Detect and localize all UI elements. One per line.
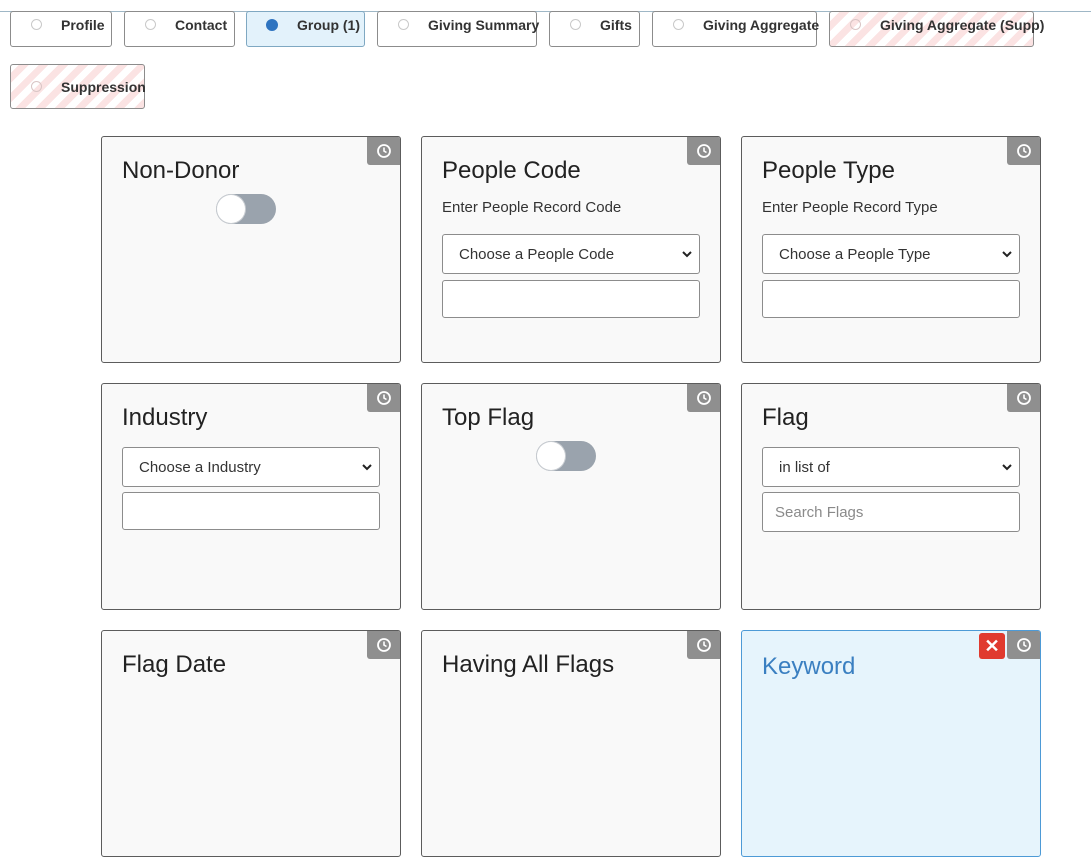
clock-icon	[696, 144, 711, 158]
chevron-down-icon	[362, 464, 372, 471]
history-button[interactable]	[367, 631, 400, 659]
flag-search-input[interactable]: Search Flags	[762, 492, 1020, 532]
tab-label: Gifts	[600, 17, 632, 33]
radio-icon	[145, 19, 156, 30]
clock-icon	[1016, 144, 1031, 158]
card-subtitle: Enter People Record Code	[442, 199, 622, 216]
card-industry: Industry Choose a Industry	[101, 383, 401, 610]
top-flag-toggle[interactable]	[536, 441, 596, 471]
history-button[interactable]	[1007, 631, 1040, 659]
card-flag: Flag in list of Search Flags	[741, 383, 1041, 610]
card-title: Flag	[762, 404, 809, 431]
people-type-select[interactable]: Choose a People Type	[762, 234, 1020, 274]
clock-icon	[696, 638, 711, 652]
close-icon: ✕	[984, 635, 1000, 656]
chevron-down-icon	[1002, 251, 1012, 258]
non-donor-toggle[interactable]	[216, 194, 276, 224]
tab-giving-aggregate-supp[interactable]: Giving Aggregate (Supp)	[829, 11, 1044, 47]
card-keyword: Keyword ✕	[741, 630, 1041, 857]
history-button[interactable]	[1007, 137, 1040, 165]
card-people-code: People Code Enter People Record Code Cho…	[421, 136, 721, 363]
select-value: Choose a People Code	[459, 245, 615, 263]
history-button[interactable]	[687, 631, 720, 659]
card-top-flag: Top Flag	[421, 383, 721, 610]
card-title: Keyword	[762, 653, 856, 680]
people-code-input[interactable]	[442, 280, 700, 318]
select-value: Choose a Industry	[139, 458, 261, 476]
card-title: Non-Donor	[122, 157, 240, 184]
tab-giving-summary[interactable]: Giving Summary	[377, 11, 540, 47]
tab-giving-aggregate[interactable]: Giving Aggregate	[652, 11, 820, 47]
card-flag-date: Flag Date	[101, 630, 401, 857]
tab-contact[interactable]: Contact	[124, 11, 235, 47]
tab-label: Suppression	[61, 79, 146, 95]
chevron-down-icon	[682, 251, 692, 258]
people-code-select[interactable]: Choose a People Code	[442, 234, 700, 274]
radio-icon	[31, 81, 42, 92]
toggle-knob	[217, 195, 245, 223]
clock-icon	[696, 391, 711, 405]
tab-label: Group (1)	[297, 17, 360, 33]
radio-icon	[31, 19, 42, 30]
industry-select[interactable]: Choose a Industry	[122, 447, 380, 487]
tab-label: Giving Aggregate	[703, 17, 820, 33]
tab-label: Contact	[175, 17, 228, 33]
industry-input[interactable]	[122, 492, 380, 530]
tab-profile[interactable]: Profile	[10, 11, 112, 47]
clock-icon	[1016, 391, 1031, 405]
card-non-donor: Non-Donor	[101, 136, 401, 363]
history-button[interactable]	[687, 384, 720, 412]
tab-label: Giving Summary	[428, 17, 540, 33]
history-button[interactable]	[367, 384, 400, 412]
tab-group[interactable]: Group (1)	[246, 11, 365, 47]
clock-icon	[1016, 638, 1031, 652]
tab-label: Giving Aggregate (Supp)	[880, 17, 1045, 33]
card-title: Top Flag	[442, 404, 535, 431]
clock-icon	[376, 391, 391, 405]
radio-selected-icon	[266, 19, 278, 31]
select-value: in list of	[779, 458, 830, 476]
history-button[interactable]	[367, 137, 400, 165]
card-title: Flag Date	[122, 651, 227, 678]
flag-operator-select[interactable]: in list of	[762, 447, 1020, 487]
card-title: People Code	[442, 157, 581, 184]
card-people-type: People Type Enter People Record Type Cho…	[741, 136, 1041, 363]
card-title: People Type	[762, 157, 895, 184]
chevron-down-icon	[1002, 464, 1012, 471]
tab-gifts[interactable]: Gifts	[549, 11, 640, 47]
radio-icon	[673, 19, 684, 30]
card-title: Industry	[122, 404, 208, 431]
radio-icon	[570, 19, 581, 30]
select-value: Choose a People Type	[779, 245, 931, 263]
tab-suppression[interactable]: Suppression	[10, 64, 146, 109]
clock-icon	[376, 144, 391, 158]
remove-filter-button[interactable]: ✕	[979, 633, 1005, 659]
history-button[interactable]	[1007, 384, 1040, 412]
history-button[interactable]	[687, 137, 720, 165]
card-having-all-flags: Having All Flags	[421, 630, 721, 857]
card-subtitle: Enter People Record Type	[762, 199, 938, 216]
people-type-input[interactable]	[762, 280, 1020, 318]
toggle-knob	[537, 442, 565, 470]
search-placeholder: Search Flags	[775, 503, 864, 521]
radio-icon	[398, 19, 409, 30]
card-title: Having All Flags	[442, 651, 615, 678]
tab-label: Profile	[61, 17, 105, 33]
clock-icon	[376, 638, 391, 652]
radio-icon	[850, 19, 861, 30]
